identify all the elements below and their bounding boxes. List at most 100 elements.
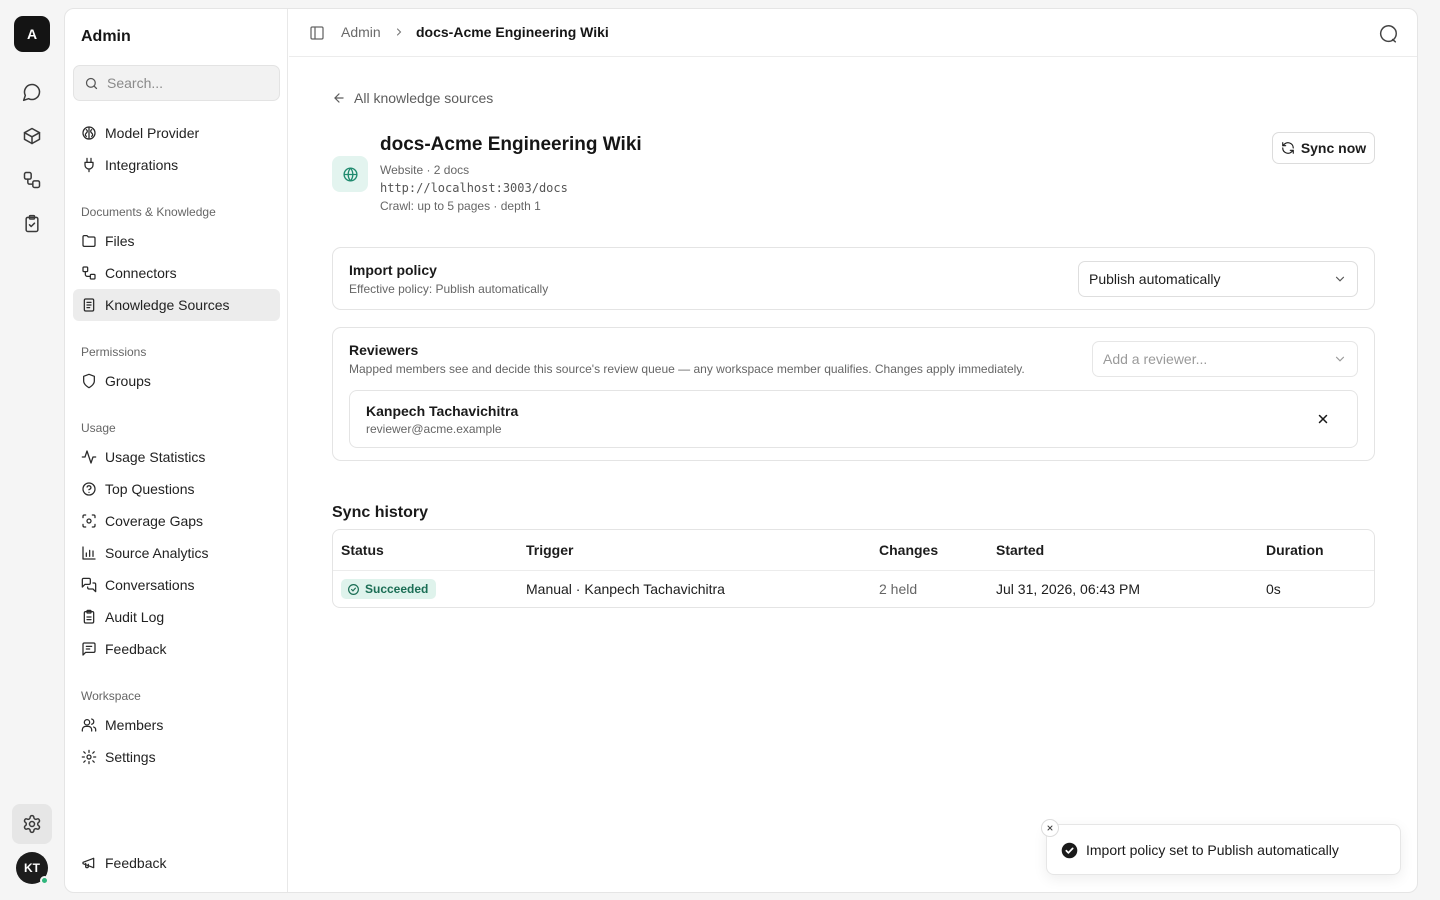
clipboard-check-icon[interactable] — [16, 208, 48, 240]
column-header-started: Started — [996, 542, 1045, 558]
add-reviewer-placeholder: Add a reviewer... — [1103, 351, 1208, 367]
sidebar-item-integrations[interactable]: Integrations — [73, 149, 280, 181]
import-policy-select[interactable]: Publish automatically — [1078, 261, 1358, 297]
sidebar-item-groups[interactable]: Groups — [73, 365, 280, 397]
online-status-dot — [40, 876, 49, 885]
sidebar-item-label: Members — [105, 717, 164, 733]
cube-icon[interactable] — [16, 120, 48, 152]
sidebar-item-settings[interactable]: Settings — [73, 741, 280, 773]
sidebar-item-conversations[interactable]: Conversations — [73, 569, 280, 601]
sidebar-item-model-provider[interactable]: Model Provider — [73, 117, 280, 149]
sidebar-search[interactable] — [73, 65, 280, 101]
messages-icon — [81, 577, 97, 593]
refresh-icon — [1281, 142, 1294, 154]
app-rail: A KT — [0, 0, 64, 900]
chat-bubble-icon[interactable] — [1377, 23, 1399, 45]
column-header-status: Status — [341, 542, 384, 558]
sidebar-footer-feedback[interactable]: Feedback — [73, 847, 280, 879]
sidebar-item-coverage-gaps[interactable]: Coverage Gaps — [73, 505, 280, 537]
sidebar-item-top-questions[interactable]: Top Questions — [73, 473, 280, 505]
sidebar-item-label: Files — [105, 233, 135, 249]
source-crawl-settings: Crawl: up to 5 pages · depth 1 — [380, 199, 541, 213]
folder-icon — [82, 235, 96, 247]
section-permissions: Permissions — [81, 345, 147, 359]
section-workspace: Workspace — [81, 689, 141, 703]
sidebar-item-members[interactable]: Members — [73, 709, 280, 741]
sync-now-button[interactable]: Sync now — [1272, 132, 1375, 164]
chevron-down-icon — [1333, 272, 1347, 286]
chat-icon[interactable] — [16, 76, 48, 108]
chevron-right-icon — [393, 26, 405, 38]
book-icon — [83, 298, 95, 312]
sidebar-item-label: Coverage Gaps — [105, 513, 204, 529]
sidebar-item-label: Source Analytics — [105, 545, 209, 561]
reviewer-name: Kanpech Tachavichitra — [366, 403, 519, 419]
sidebar-item-usage-statistics[interactable]: Usage Statistics — [73, 441, 280, 473]
toast-notification: Import policy set to Publish automatical… — [1041, 819, 1401, 875]
main-window: Admin Model Provider Integrations Docume… — [64, 8, 1418, 893]
sidebar-item-label: Feedback — [105, 641, 167, 657]
sidebar-item-audit-log[interactable]: Audit Log — [73, 601, 280, 633]
sidebar-item-label: Audit Log — [105, 609, 165, 625]
column-header-changes: Changes — [879, 542, 939, 558]
sidebar-item-label: Connectors — [105, 265, 177, 281]
sidebar-item-feedback[interactable]: Feedback — [73, 633, 280, 665]
sidebar-item-label: Settings — [105, 749, 156, 765]
gear-icon[interactable] — [12, 804, 52, 844]
sidebar-item-label: Top Questions — [105, 481, 195, 497]
remove-reviewer-close-icon[interactable] — [1316, 412, 1330, 426]
admin-sidebar: Admin Model Provider Integrations Docume… — [65, 9, 288, 892]
sidebar-item-label: Model Provider — [105, 125, 200, 141]
sidebar-item-connectors[interactable]: Connectors — [73, 257, 280, 289]
page-title: docs-Acme Engineering Wiki — [380, 134, 642, 155]
settings-icon — [81, 749, 97, 765]
source-meta: Website · 2 docs — [380, 163, 470, 177]
reviewers-panel: Reviewers Mapped members see and decide … — [332, 327, 1375, 461]
sidebar-item-label: Groups — [105, 373, 151, 389]
workflow-icon[interactable] — [16, 164, 48, 196]
sync-history-table: Status Trigger Changes Started Duration … — [332, 529, 1375, 608]
import-policy-panel: Import policy Effective policy: Publish … — [332, 247, 1375, 310]
breadcrumb-admin[interactable]: Admin — [341, 24, 381, 40]
success-check-icon — [1061, 842, 1078, 859]
cell-trigger: Manual · Kanpech Tachavichitra — [526, 581, 725, 597]
shield-icon — [83, 373, 95, 389]
sidebar-item-files[interactable]: Files — [73, 225, 280, 257]
globe-icon — [332, 156, 368, 192]
user-avatar[interactable]: KT — [16, 852, 49, 885]
section-documents-knowledge: Documents & Knowledge — [81, 205, 216, 219]
cell-duration: 0s — [1266, 581, 1281, 597]
sidebar-item-label: Feedback — [105, 855, 167, 871]
connector-icon — [82, 266, 96, 280]
chevron-down-icon — [1333, 352, 1347, 366]
plug-icon — [84, 157, 94, 173]
status-badge: Succeeded — [341, 579, 437, 599]
column-header-duration: Duration — [1266, 542, 1324, 558]
brain-icon — [82, 126, 96, 140]
cell-changes: 2 held — [879, 581, 918, 597]
sidebar-item-source-analytics[interactable]: Source Analytics — [73, 537, 280, 569]
sidebar-item-knowledge-sources[interactable]: Knowledge Sources — [73, 289, 280, 321]
sidebar-item-label: Usage Statistics — [105, 449, 206, 465]
import-policy-title: Import policy — [349, 262, 437, 278]
toast-message: Import policy set to Publish automatical… — [1086, 842, 1339, 858]
sidebar-item-label: Knowledge Sources — [105, 297, 230, 313]
add-reviewer-select[interactable]: Add a reviewer... — [1092, 341, 1358, 377]
arrow-left-icon — [334, 93, 344, 103]
import-policy-effective: Effective policy: Publish automatically — [349, 282, 549, 296]
topbar: Admin docs-Acme Engineering Wiki — [289, 9, 1417, 57]
reviewers-title: Reviewers — [349, 342, 419, 358]
column-header-trigger: Trigger — [526, 542, 574, 558]
users-icon — [81, 718, 97, 732]
toast-close-icon[interactable] — [1041, 819, 1059, 837]
sidebar-item-label: Conversations — [105, 577, 195, 593]
sidebar-toggle-icon[interactable] — [309, 25, 325, 41]
search-input[interactable] — [107, 75, 267, 91]
main-content: All knowledge sources docs-Acme Engineer… — [289, 57, 1417, 892]
workspace-logo[interactable]: A — [14, 16, 50, 52]
clipboard-icon — [83, 609, 95, 624]
back-link[interactable]: All knowledge sources — [332, 90, 493, 106]
status-label: Succeeded — [365, 582, 429, 596]
back-link-label: All knowledge sources — [354, 90, 494, 106]
section-usage: Usage — [81, 421, 116, 435]
